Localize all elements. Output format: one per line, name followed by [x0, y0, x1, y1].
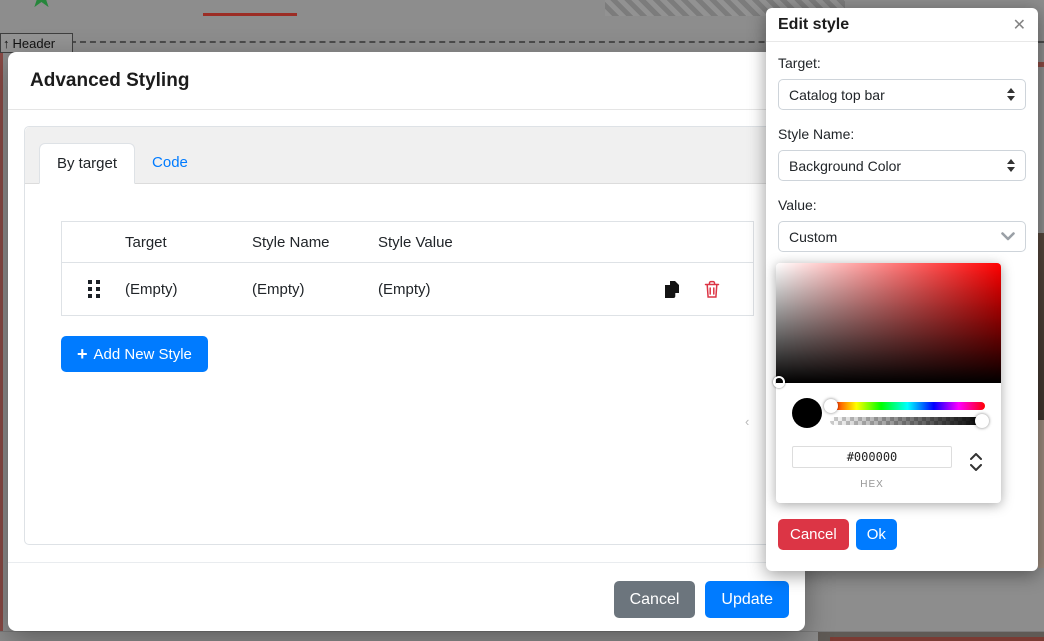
column-header-target: Target: [125, 234, 252, 251]
page-title: Advanced Styling: [30, 70, 189, 92]
style-name-label: Style Name:: [778, 126, 1026, 142]
chevron-down-icon[interactable]: [970, 464, 982, 471]
alpha-slider-handle[interactable]: [975, 414, 989, 428]
edit-style-panel-header: Edit style ✕: [766, 8, 1038, 42]
row-style-name-value: (Empty): [252, 281, 378, 298]
drag-handle-icon[interactable]: [88, 280, 100, 298]
styles-table: Target Style Name Style Value (Empty) (E…: [61, 221, 754, 316]
style-name-select[interactable]: Background Color: [778, 150, 1026, 181]
picked-color-swatch: [792, 398, 822, 428]
hex-input[interactable]: [792, 446, 952, 468]
plus-icon: +: [77, 345, 88, 363]
styles-table-header: Target Style Name Style Value: [62, 222, 753, 262]
panel-ok-button[interactable]: Ok: [856, 519, 897, 550]
edit-style-panel-footer: Cancel Ok: [778, 519, 897, 550]
editor-header-badge[interactable]: ↑ Header: [0, 33, 73, 53]
up-down-arrows-icon: [1007, 155, 1015, 176]
styles-card-body: Target Style Name Style Value (Empty) (E…: [25, 184, 788, 545]
row-target-value: (Empty): [125, 281, 252, 298]
column-header-style-name: Style Name: [252, 234, 378, 251]
panel-cancel-button[interactable]: Cancel: [778, 519, 849, 550]
alpha-slider[interactable]: [830, 417, 985, 425]
hex-mode-label: HEX: [792, 479, 952, 490]
background-right-sliver-red: [1038, 62, 1044, 67]
background-right-sliver-beige: [1038, 420, 1044, 568]
nav-active-underline: [203, 13, 297, 16]
saturation-marker[interactable]: [773, 376, 785, 388]
chevron-up-icon[interactable]: [970, 453, 982, 460]
arrow-up-icon: ↑: [3, 36, 10, 51]
tabs-bar: By target Code: [25, 127, 788, 184]
add-new-style-label: Add New Style: [94, 346, 192, 363]
close-icon[interactable]: ✕: [1013, 15, 1026, 35]
background-right-sliver-brown: [1038, 233, 1044, 420]
row-edge-chevron-icon: ‹: [745, 414, 749, 429]
edit-style-panel: Edit style ✕ Target: Catalog top bar Sty…: [766, 8, 1038, 571]
duplicate-icon[interactable]: [663, 280, 681, 299]
add-new-style-button[interactable]: + Add New Style: [61, 336, 208, 372]
color-picker-popup: HEX: [776, 263, 1001, 503]
advanced-styling-modal: Advanced Styling By target Code Target S…: [8, 52, 805, 631]
tab-by-target[interactable]: By target: [39, 143, 135, 184]
edit-style-title: Edit style: [778, 16, 849, 34]
value-select[interactable]: Custom: [778, 221, 1026, 252]
modal-header: Advanced Styling: [8, 52, 805, 110]
hex-stepper[interactable]: [970, 453, 982, 471]
update-button[interactable]: Update: [705, 581, 789, 618]
cancel-button[interactable]: Cancel: [614, 581, 696, 618]
background-bottom-red-line: [830, 637, 1044, 641]
row-style-value-value: (Empty): [378, 281, 505, 298]
trash-icon[interactable]: [704, 280, 720, 299]
target-select[interactable]: Catalog top bar: [778, 79, 1026, 110]
value-label: Value:: [778, 197, 1026, 213]
styles-card: By target Code Target Style Name Style V…: [24, 126, 789, 545]
column-header-style-value: Style Value: [378, 234, 505, 251]
saturation-area[interactable]: [776, 263, 1001, 383]
modal-footer: Cancel Update: [8, 562, 805, 631]
chevron-down-icon: [1001, 232, 1015, 241]
tab-code[interactable]: Code: [135, 143, 205, 184]
hue-slider-handle[interactable]: [824, 399, 838, 413]
background-left-red-strip: [0, 52, 3, 631]
store-logo-star-icon: ★: [28, 0, 55, 15]
value-select-value: Custom: [789, 229, 837, 245]
edit-style-form: Target: Catalog top bar Style Name: Back…: [766, 42, 1038, 252]
up-down-arrows-icon: [1007, 84, 1015, 105]
hue-slider[interactable]: [830, 402, 985, 410]
style-name-select-value: Background Color: [789, 158, 901, 174]
target-select-value: Catalog top bar: [789, 87, 885, 103]
editor-header-badge-label: Header: [13, 36, 56, 51]
table-row: (Empty) (Empty) (Empty): [62, 262, 753, 315]
target-label: Target:: [778, 55, 1026, 71]
